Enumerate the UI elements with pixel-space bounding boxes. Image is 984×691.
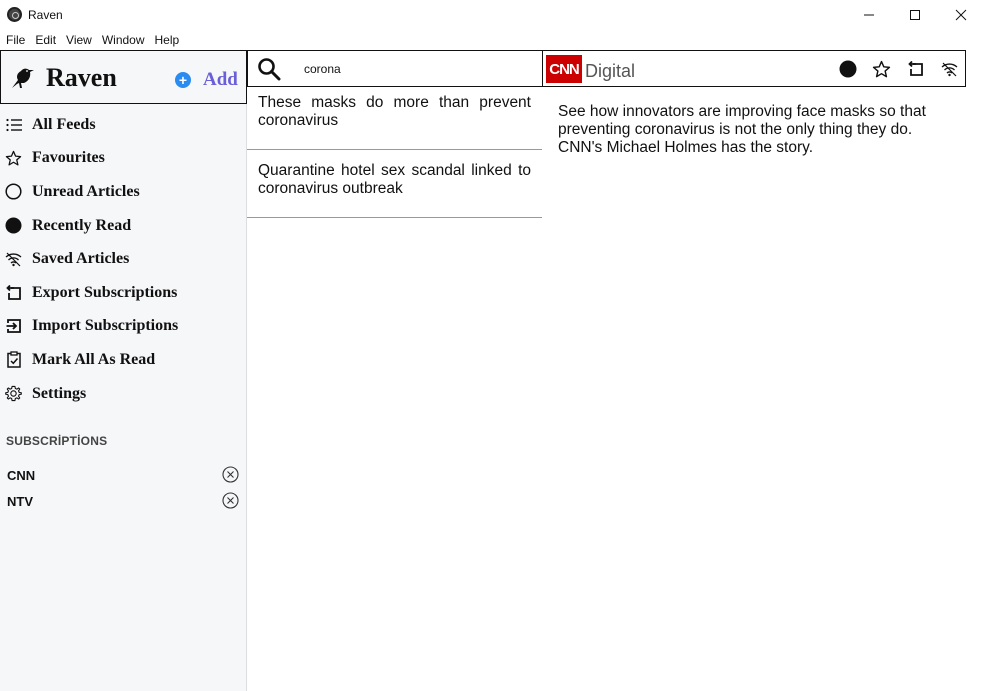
menu-view[interactable]: View (61, 30, 97, 50)
nav-item-settings[interactable]: Settings (0, 377, 247, 411)
import-icon (5, 318, 22, 335)
nav-item-recently-read[interactable]: Recently Read (0, 209, 247, 243)
minimize-icon (864, 14, 874, 16)
maximize-button[interactable] (892, 0, 938, 30)
maximize-icon (910, 10, 920, 20)
subscriptions-header: SUBSCRİPTİONS (6, 434, 108, 448)
nav-item-mark-all-as-read[interactable]: Mark All As Read (0, 343, 247, 377)
menu-edit[interactable]: Edit (30, 30, 61, 50)
reader-header: CNN Digital (542, 50, 966, 87)
brand-header: Raven + Add (0, 50, 247, 104)
sidebar: Raven + Add All Feeds Favourites Unread … (0, 50, 247, 691)
source-name: Digital (585, 61, 636, 81)
title-bar: Raven (0, 0, 984, 30)
list-icon (5, 116, 22, 133)
menu-bar: File Edit View Window Help (0, 30, 984, 50)
close-icon (955, 9, 967, 21)
article-body: See how innovators are improving face ma… (558, 103, 926, 156)
article-list-item[interactable]: Quarantine hotel sex scandal linked to c… (247, 150, 542, 218)
article-title: These masks do more than prevent coronav… (258, 94, 531, 129)
app-icon (7, 7, 22, 22)
nav-menu: All Feeds Favourites Unread Articles Rec… (0, 108, 247, 410)
subscription-name: NTV (7, 494, 33, 509)
clipboard-check-icon (5, 351, 22, 369)
menu-help[interactable]: Help (150, 30, 185, 50)
window-title: Raven (28, 8, 63, 22)
nav-item-favourites[interactable]: Favourites (0, 142, 247, 176)
nav-item-export-subscriptions[interactable]: Export Subscriptions (0, 276, 247, 310)
export-icon (5, 284, 22, 301)
search-input[interactable] (304, 58, 534, 80)
search-icon[interactable] (257, 57, 281, 86)
close-button[interactable] (938, 0, 984, 30)
search-bar (247, 50, 543, 87)
remove-circle-icon[interactable] (222, 466, 239, 483)
nav-item-import-subscriptions[interactable]: Import Subscriptions (0, 310, 247, 344)
raven-logo-icon (9, 66, 35, 95)
save-offline-icon[interactable] (938, 58, 960, 80)
menu-window[interactable]: Window (97, 30, 150, 50)
subscription-item[interactable]: NTV (0, 490, 247, 512)
nav-item-unread-articles[interactable]: Unread Articles (0, 175, 247, 209)
nav-label: All Feeds (32, 115, 96, 133)
nav-item-all-feeds[interactable]: All Feeds (0, 108, 247, 142)
app-name: Raven (46, 63, 117, 92)
menu-file[interactable]: File (1, 30, 30, 50)
nav-label: Saved Articles (32, 250, 130, 268)
share-export-icon[interactable] (905, 58, 927, 80)
reader-pane: CNN Digital See how innovators are impro… (542, 50, 984, 691)
cnn-logo: CNN (546, 55, 582, 83)
nav-label: Recently Read (32, 216, 132, 234)
nav-item-saved-articles[interactable]: Saved Articles (0, 242, 247, 276)
mark-read-icon[interactable] (837, 58, 859, 80)
nav-label: Unread Articles (32, 182, 140, 200)
add-feed-button[interactable]: + Add (175, 69, 238, 91)
star-icon (5, 150, 22, 167)
remove-circle-icon[interactable] (222, 492, 239, 509)
article-list-pane: These masks do more than prevent coronav… (247, 50, 543, 691)
minimize-button[interactable] (846, 0, 892, 30)
nav-label: Favourites (32, 149, 105, 167)
circle-filled-icon (5, 217, 22, 234)
subscription-item[interactable]: CNN (0, 464, 247, 486)
add-label: Add (203, 69, 238, 90)
circle-outline-icon (5, 183, 22, 201)
article-list-item[interactable]: These masks do more than prevent coronav… (247, 94, 542, 150)
article-title: Quarantine hotel sex scandal linked to c… (258, 162, 531, 197)
nav-label: Export Subscriptions (32, 283, 178, 301)
subscription-name: CNN (7, 468, 36, 483)
saved-wifi-icon (5, 251, 22, 268)
gear-icon (5, 385, 22, 402)
nav-label: Settings (32, 384, 87, 402)
nav-label: Import Subscriptions (32, 317, 179, 335)
plus-icon: + (175, 72, 191, 88)
nav-label: Mark All As Read (32, 350, 156, 368)
favourite-star-icon[interactable] (870, 58, 892, 80)
